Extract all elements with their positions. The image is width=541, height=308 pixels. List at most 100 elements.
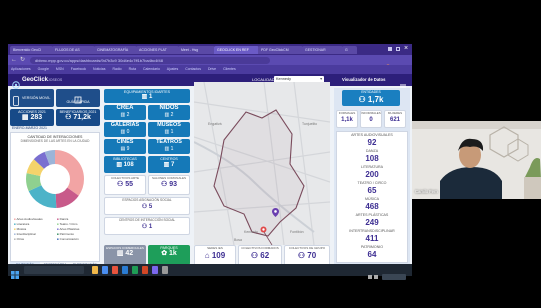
bookmark[interactable]: Clientes <box>223 67 236 71</box>
bookmark[interactable]: Ruta <box>129 67 136 71</box>
stat-value: 411 <box>365 234 379 243</box>
minimize-icon[interactable] <box>388 47 392 51</box>
museos-card[interactable]: MUSEOS ▥ 1 <box>148 122 190 137</box>
stat-item[interactable]: INTERTRANSDISCIPLINAR 411 <box>337 229 407 244</box>
pie-chart-panel: CANTIDAD DE INTERACCIONES DIMENSIONES DE… <box>10 132 100 262</box>
maximize-icon[interactable] <box>396 47 400 51</box>
version-movil-button[interactable]: VERSIÓN MOVIL <box>10 89 54 107</box>
centros-social-card[interactable]: CENTROS DE INTERACCIÓN SOCIAL ⚇ 1 <box>104 217 190 235</box>
stat-item[interactable]: TEATRO / CIRCO 65 <box>337 181 407 196</box>
mujeres-value: 621 <box>389 117 400 123</box>
bookmark[interactable]: Facebook <box>71 67 86 71</box>
browser-tab[interactable]: Meet - Hsg <box>178 46 215 54</box>
cines-card[interactable]: CINES ▤ 9 <box>104 139 146 154</box>
pie-chart[interactable] <box>25 149 85 209</box>
folder-icon[interactable] <box>92 266 98 274</box>
windows-start-icon[interactable] <box>11 266 19 279</box>
stat-item[interactable]: PATRIMONIO 64 <box>337 245 407 260</box>
legend-item[interactable]: ■ Literatura <box>14 222 56 226</box>
tree-icon: ✿ <box>161 250 169 257</box>
map-view[interactable]: Kennedy Bosa Engativá Fontibón Tunjuelit… <box>194 82 330 245</box>
browser-tab[interactable]: Bienvenido GeoCl <box>10 46 53 54</box>
legend-item[interactable]: ■ Otros <box>14 237 56 241</box>
map-poi-icon[interactable] <box>260 220 267 233</box>
teams-icon[interactable] <box>152 266 158 274</box>
mobile-icon <box>12 93 20 106</box>
legend-item[interactable]: ■ Comunicación <box>57 237 99 241</box>
browser-tab[interactable]: GESTIONAR <box>302 46 343 54</box>
legend-item[interactable]: ■ Patrimonio <box>57 232 99 236</box>
chrome-icon[interactable] <box>112 266 118 274</box>
browser-tab[interactable]: ACCIONES PLAT <box>136 46 179 54</box>
map-marker-icon[interactable] <box>272 204 279 217</box>
group-icon: ⚇ <box>297 251 308 260</box>
bookmark[interactable]: Aplicaciones <box>11 67 31 71</box>
bookmark[interactable]: Google <box>38 67 49 71</box>
teatros-card[interactable]: TEATROS ▥ 1 <box>148 139 190 154</box>
cines-value: ▤ 9 <box>120 146 130 152</box>
legend-swatch: ■ <box>14 222 16 226</box>
guia-rapida-button[interactable]: GUÍA RÁPIDA <box>56 89 100 107</box>
edge-icon[interactable] <box>102 266 108 274</box>
nidos-card[interactable]: NIDOS ▥ 2 <box>148 105 190 120</box>
bookmark[interactable]: Radio <box>112 67 121 71</box>
bookmark[interactable]: Calendario <box>143 67 160 71</box>
espacios-card[interactable]: ESPACIOS ASIGNACIÓN SOCIAL ⚇ 5 <box>104 197 190 215</box>
reload-icon[interactable]: ↻ <box>20 57 25 63</box>
extensions-icons[interactable] <box>308 57 398 70</box>
formales-card[interactable]: FORMALES 1,1k <box>336 110 358 128</box>
stat-item[interactable]: ARTES PLÁSTICAS 249 <box>337 213 407 228</box>
galerias-card[interactable]: GALERIAS ▥ 0 <box>104 122 146 137</box>
stat-value: 65 <box>367 186 377 195</box>
version-movil-label: VERSIÓN MOVIL <box>22 96 51 100</box>
stat-item[interactable]: ARTES AUDIOVISUALES 92 <box>337 133 407 148</box>
stat-item[interactable]: DANZA 108 <box>337 149 407 164</box>
bibliotecas-card[interactable]: BIBLIOTECAS ▥ 108 <box>104 156 146 173</box>
users-icon: ⚇ <box>141 224 149 230</box>
bookmark[interactable]: Drive <box>208 67 216 71</box>
right-panel: ENTIDADES ⚇ 1,7k FORMALES 1,1k INFORMALE… <box>334 88 410 264</box>
legend-item[interactable]: ■ Artes Plásticas <box>57 227 99 231</box>
bookmark[interactable]: Noticias <box>93 67 105 71</box>
participant-video[interactable]: Camilo Fern <box>412 121 541 199</box>
browser-tab[interactable]: G <box>342 46 357 54</box>
crea-card[interactable]: CREA ▥ 2 <box>104 105 146 120</box>
salones-card[interactable]: SALONES COMUNALES ⚇ 93 <box>148 175 190 195</box>
browser-tab[interactable]: FLUJOS DE AS <box>52 46 95 54</box>
centros-card[interactable]: CENTROS ▥ 7 <box>148 156 190 173</box>
browser-tab[interactable]: PDF GeoClickCM <box>258 46 303 54</box>
browser-tab-active[interactable]: GEOCLICK EN REF <box>214 46 259 54</box>
legend-item[interactable]: ■ Teatro / Circo <box>57 222 99 226</box>
url-field[interactable]: dbbmc.mpp.gov.co/apps/dashboards/9d7b3c9… <box>30 56 270 64</box>
app-icon[interactable] <box>162 266 168 274</box>
comercial-card[interactable]: ESPACIOS COMERCIALES ▥ 42 <box>104 245 146 265</box>
entidades-card[interactable]: ENTIDADES ⚇ 1,7k <box>342 90 400 106</box>
legend-swatch: ■ <box>14 232 16 236</box>
menu-icon[interactable] <box>400 77 406 90</box>
legend-item[interactable]: ■ Artes Audiovisuales <box>14 217 56 221</box>
legend-item[interactable]: ■ Interdisciplinar <box>14 232 56 236</box>
excel-icon[interactable] <box>132 266 138 274</box>
system-tray[interactable] <box>368 267 408 280</box>
informales-card[interactable]: INFORMALES 0 <box>360 110 382 128</box>
stat-value: 200 <box>365 170 379 179</box>
legend-item[interactable]: ■ Música <box>14 227 56 231</box>
powerpoint-icon[interactable] <box>142 266 148 274</box>
legend-item[interactable]: ■ Danza <box>57 217 99 221</box>
bookmark[interactable]: MSN <box>56 67 64 71</box>
back-icon[interactable]: ← <box>11 57 17 63</box>
word-icon[interactable] <box>122 266 128 274</box>
mujeres-card[interactable]: MUJERES 621 <box>384 110 406 128</box>
colectivos-card[interactable]: COLECTIVOS ARTE ⚇ 55 <box>104 175 146 195</box>
galerias-value: ▥ 0 <box>120 129 130 135</box>
equipamientos-card[interactable]: EQUIPAMIENTOS IDARTES ▥ 1 <box>104 89 190 103</box>
parques-card[interactable]: PARQUES ✿ 1k <box>148 245 190 265</box>
taskbar-search[interactable] <box>24 266 84 274</box>
close-icon[interactable]: × <box>404 45 408 53</box>
browser-tab[interactable]: CINEMATOGRAFÍA <box>94 46 137 54</box>
bookmark[interactable]: Ajustes <box>167 67 178 71</box>
stat-item[interactable]: MÚSICA 468 <box>337 197 407 212</box>
bibliotecas-value: ▥ 108 <box>116 162 134 168</box>
bookmark[interactable]: Contactos <box>185 67 201 71</box>
stat-item[interactable]: LITERATURA 200 <box>337 165 407 180</box>
